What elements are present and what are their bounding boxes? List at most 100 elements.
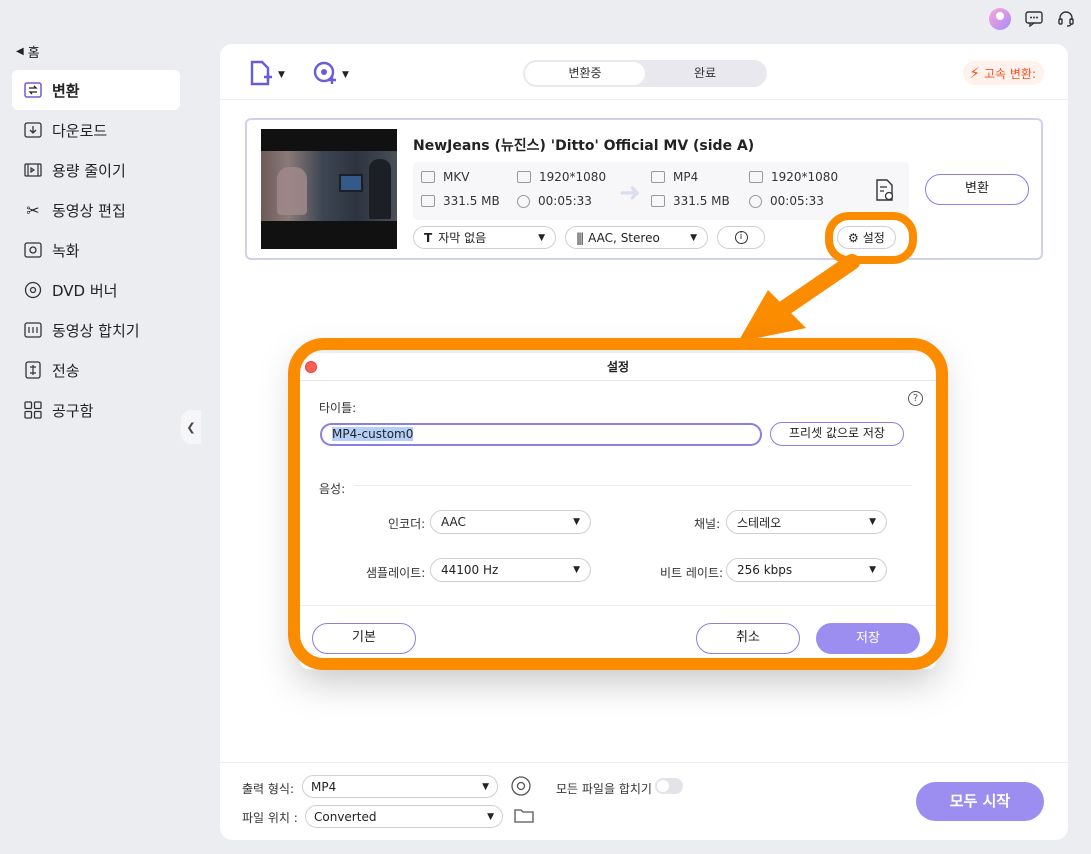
bitrate-select[interactable]: 256 kbps ▼: [726, 558, 887, 582]
chevron-down-icon: ▼: [869, 565, 876, 575]
info-button[interactable]: i: [717, 226, 765, 249]
default-button[interactable]: 기본: [312, 623, 416, 654]
subtitle-select[interactable]: T 자막 없음 ▼: [413, 226, 556, 249]
channel-label: 채널:: [694, 517, 721, 531]
chevron-left-icon: ❮: [186, 420, 196, 434]
chevron-left-icon: ◀: [16, 46, 24, 57]
dialog-titlebar: 설정: [300, 353, 936, 381]
top-right-icons: [989, 8, 1075, 30]
target-size: 331.5 MB: [651, 194, 730, 208]
folder-icon: [421, 195, 435, 207]
transfer-icon: [24, 361, 42, 379]
high-speed-label: 고속 변환:: [983, 66, 1036, 81]
save-preset-button[interactable]: 프리셋 값으로 저장: [770, 422, 904, 446]
dialog-title: 설정: [606, 360, 630, 374]
convert-button[interactable]: 변환: [925, 174, 1029, 205]
resolution-icon: [749, 171, 763, 183]
video-thumbnail[interactable]: [261, 129, 397, 249]
source-duration: 00:05:33: [517, 194, 592, 208]
sidebar-item-label: 동영상 합치기: [52, 321, 140, 340]
merge-files-toggle[interactable]: [655, 778, 683, 794]
audio-select[interactable]: ||| AAC, Stereo ▼: [565, 226, 708, 249]
source-resolution-value: 1920*1080: [539, 170, 607, 184]
sidebar: ◀ 홈 변환 다운로드 용량 줄이기 ✂ 동영상 편집 녹화 DVD 버너 동영…: [0, 0, 196, 854]
sidebar-item-label: 동영상 편집: [52, 201, 126, 220]
add-file-button[interactable]: ▼: [248, 60, 285, 90]
sidebar-item-label: 녹화: [52, 241, 80, 260]
save-button[interactable]: 저장: [816, 623, 920, 654]
help-icon[interactable]: ?: [908, 391, 923, 406]
channel-select[interactable]: 스테레오 ▼: [726, 510, 887, 534]
toolbox-icon: [24, 401, 42, 419]
headset-icon[interactable]: [1057, 10, 1075, 28]
audio-section-divider: [354, 485, 912, 486]
title-input[interactable]: MP4-custom0: [320, 423, 762, 446]
target-duration: 00:05:33: [749, 194, 824, 208]
target-duration-value: 00:05:33: [770, 194, 824, 208]
source-format: MKV: [421, 170, 469, 184]
scissors-icon: ✂: [26, 200, 40, 220]
dialog-close-button[interactable]: [305, 361, 317, 373]
source-resolution: 1920*1080: [517, 170, 606, 184]
format-settings-icon[interactable]: [510, 775, 532, 801]
back-home-link[interactable]: ◀ 홈: [16, 42, 40, 61]
user-avatar-icon[interactable]: [989, 8, 1011, 30]
sidebar-item-edit[interactable]: ✂ 동영상 편집: [12, 190, 180, 230]
video-icon: [651, 171, 665, 183]
folder-open-icon[interactable]: [514, 807, 534, 827]
home-label: 홈: [27, 46, 40, 61]
add-media-button[interactable]: ▼: [312, 60, 349, 90]
sidebar-item-download[interactable]: 다운로드: [12, 110, 180, 150]
sidebar-item-toolbox[interactable]: 공구함: [12, 390, 180, 430]
sidebar-item-transfer[interactable]: 전송: [12, 350, 180, 390]
sidebar-item-dvd[interactable]: DVD 버너: [12, 270, 180, 310]
chevron-down-icon: ▼: [342, 70, 349, 80]
file-settings-icon[interactable]: [874, 178, 896, 206]
sidebar-item-label: 변환: [52, 81, 80, 100]
title-input-value: MP4-custom0: [332, 427, 414, 441]
audio-wave-icon: |||: [576, 230, 584, 245]
video-icon: [421, 171, 435, 183]
output-format-select[interactable]: MP4 ▼: [302, 775, 498, 798]
encoder-value: AAC: [441, 515, 466, 529]
source-format-value: MKV: [443, 170, 470, 184]
clock-icon: [517, 194, 530, 208]
tab-finished[interactable]: 완료: [645, 62, 765, 85]
chevron-down-icon: ▼: [869, 517, 876, 527]
encoder-label: 인코더:: [388, 517, 426, 531]
file-location-select[interactable]: Converted ▼: [305, 805, 503, 828]
chevron-down-icon: ▼: [538, 232, 545, 243]
file-card: NewJeans (뉴진스) 'Ditto' Official MV (side…: [245, 118, 1043, 260]
sidebar-collapse-button[interactable]: ❮: [181, 410, 201, 444]
start-all-button[interactable]: 모두 시작: [916, 782, 1044, 821]
output-format-label: 출력 형식:: [242, 782, 295, 796]
chevron-down-icon: ▼: [278, 70, 285, 80]
target-size-value: 331.5 MB: [673, 194, 730, 208]
sidebar-item-convert[interactable]: 변환: [12, 70, 180, 110]
bitrate-value: 256 kbps: [737, 563, 793, 577]
highlight-settings-callout: [825, 212, 917, 264]
samplerate-select[interactable]: 44100 Hz ▼: [430, 558, 591, 582]
dialog-footer-divider: [300, 605, 936, 606]
sidebar-nav: 변환 다운로드 용량 줄이기 ✂ 동영상 편집 녹화 DVD 버너 동영상 합치…: [12, 70, 180, 430]
encoder-select[interactable]: AAC ▼: [430, 510, 591, 534]
bottom-bar: 출력 형식: MP4 ▼ 모든 파일을 합치기 파일 위치 : Converte…: [220, 762, 1068, 840]
tab-converting[interactable]: 변환중: [525, 62, 645, 85]
chevron-down-icon: ▼: [482, 781, 489, 792]
chevron-down-icon: ▼: [573, 565, 580, 575]
sidebar-item-record[interactable]: 녹화: [12, 230, 180, 270]
chevron-down-icon: ▼: [573, 517, 580, 527]
high-speed-toggle[interactable]: ⚡ 고속 변환:: [963, 61, 1044, 85]
samplerate-value: 44100 Hz: [441, 563, 499, 577]
file-location-label: 파일 위치 :: [242, 811, 298, 825]
convert-icon: [24, 81, 42, 99]
sidebar-item-compress[interactable]: 용량 줄이기: [12, 150, 180, 190]
title-field-label: 타이틀:: [319, 401, 357, 415]
cancel-button[interactable]: 취소: [696, 623, 800, 654]
target-resolution: 1920*1080: [749, 170, 838, 184]
compress-icon: [24, 161, 42, 179]
sidebar-item-merge[interactable]: 동영상 합치기: [12, 310, 180, 350]
subtitle-value: 자막 없음: [438, 231, 487, 245]
target-format: MP4: [651, 170, 698, 184]
message-icon[interactable]: [1025, 11, 1043, 27]
